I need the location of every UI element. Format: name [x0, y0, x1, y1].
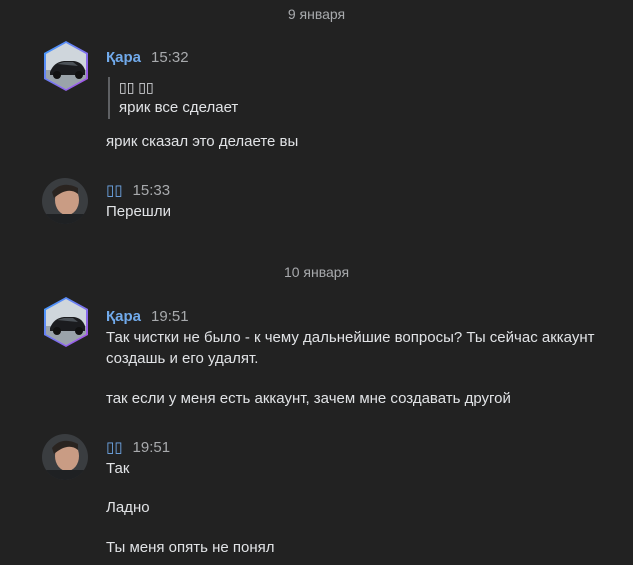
car-avatar-icon — [44, 41, 88, 91]
avatar[interactable] — [40, 176, 90, 226]
message-text: Ты меня опять не понял — [106, 539, 275, 556]
quote-text: ярик все сделает — [119, 99, 239, 116]
date-separator: 10 января — [283, 264, 350, 280]
message-time: 15:33 — [132, 182, 171, 199]
avatar[interactable] — [40, 296, 90, 347]
message-header: ▯▯ 15:33 — [106, 181, 170, 199]
author-name[interactable]: ▯▯ — [106, 182, 123, 199]
message-group: ▯▯ 15:33 Перешли — [0, 176, 633, 236]
message-time: 19:51 — [132, 439, 171, 456]
message-time: 15:32 — [151, 49, 189, 66]
user-photo-avatar-icon — [42, 178, 88, 224]
message-group: ▯▯ 19:51 Так Ладно Ты меня опять не понял — [0, 432, 633, 565]
message-text: Перешли — [106, 203, 171, 220]
message-header: ▯▯ 19:51 — [106, 438, 170, 456]
car-avatar-icon — [44, 297, 88, 347]
user-photo-avatar-icon — [42, 434, 88, 480]
message-text: Ладно — [106, 499, 150, 516]
message-text: так если у меня есть аккаунт, зачем мне … — [106, 390, 511, 407]
avatar[interactable] — [40, 432, 90, 482]
author-name[interactable]: Қара — [106, 308, 141, 325]
message-group: Қара 19:51 Так чистки не было - к чему да… — [0, 296, 633, 416]
message-header: Қара 15:32 — [106, 49, 189, 66]
message-text: Так чистки не было - к чему дальнейшие в… — [106, 329, 595, 367]
message-text: ярик сказал это делаете вы — [106, 133, 299, 150]
date-separator: 9 января — [287, 6, 346, 22]
author-name[interactable]: ▯▯ — [106, 439, 123, 456]
message-text: Так — [106, 460, 130, 477]
message-header: Қара 19:51 — [106, 308, 189, 325]
message-time: 19:51 — [151, 308, 189, 325]
quote-author: ▯▯ ▯▯ — [119, 79, 154, 95]
reply-quote[interactable]: ▯▯ ▯▯ ярик все сделает — [108, 77, 419, 119]
message-group: Қара 15:32 ▯▯ ▯▯ ярик все сделает ярик ск… — [0, 40, 633, 160]
author-name[interactable]: Қара — [106, 49, 141, 66]
avatar[interactable] — [40, 40, 90, 91]
